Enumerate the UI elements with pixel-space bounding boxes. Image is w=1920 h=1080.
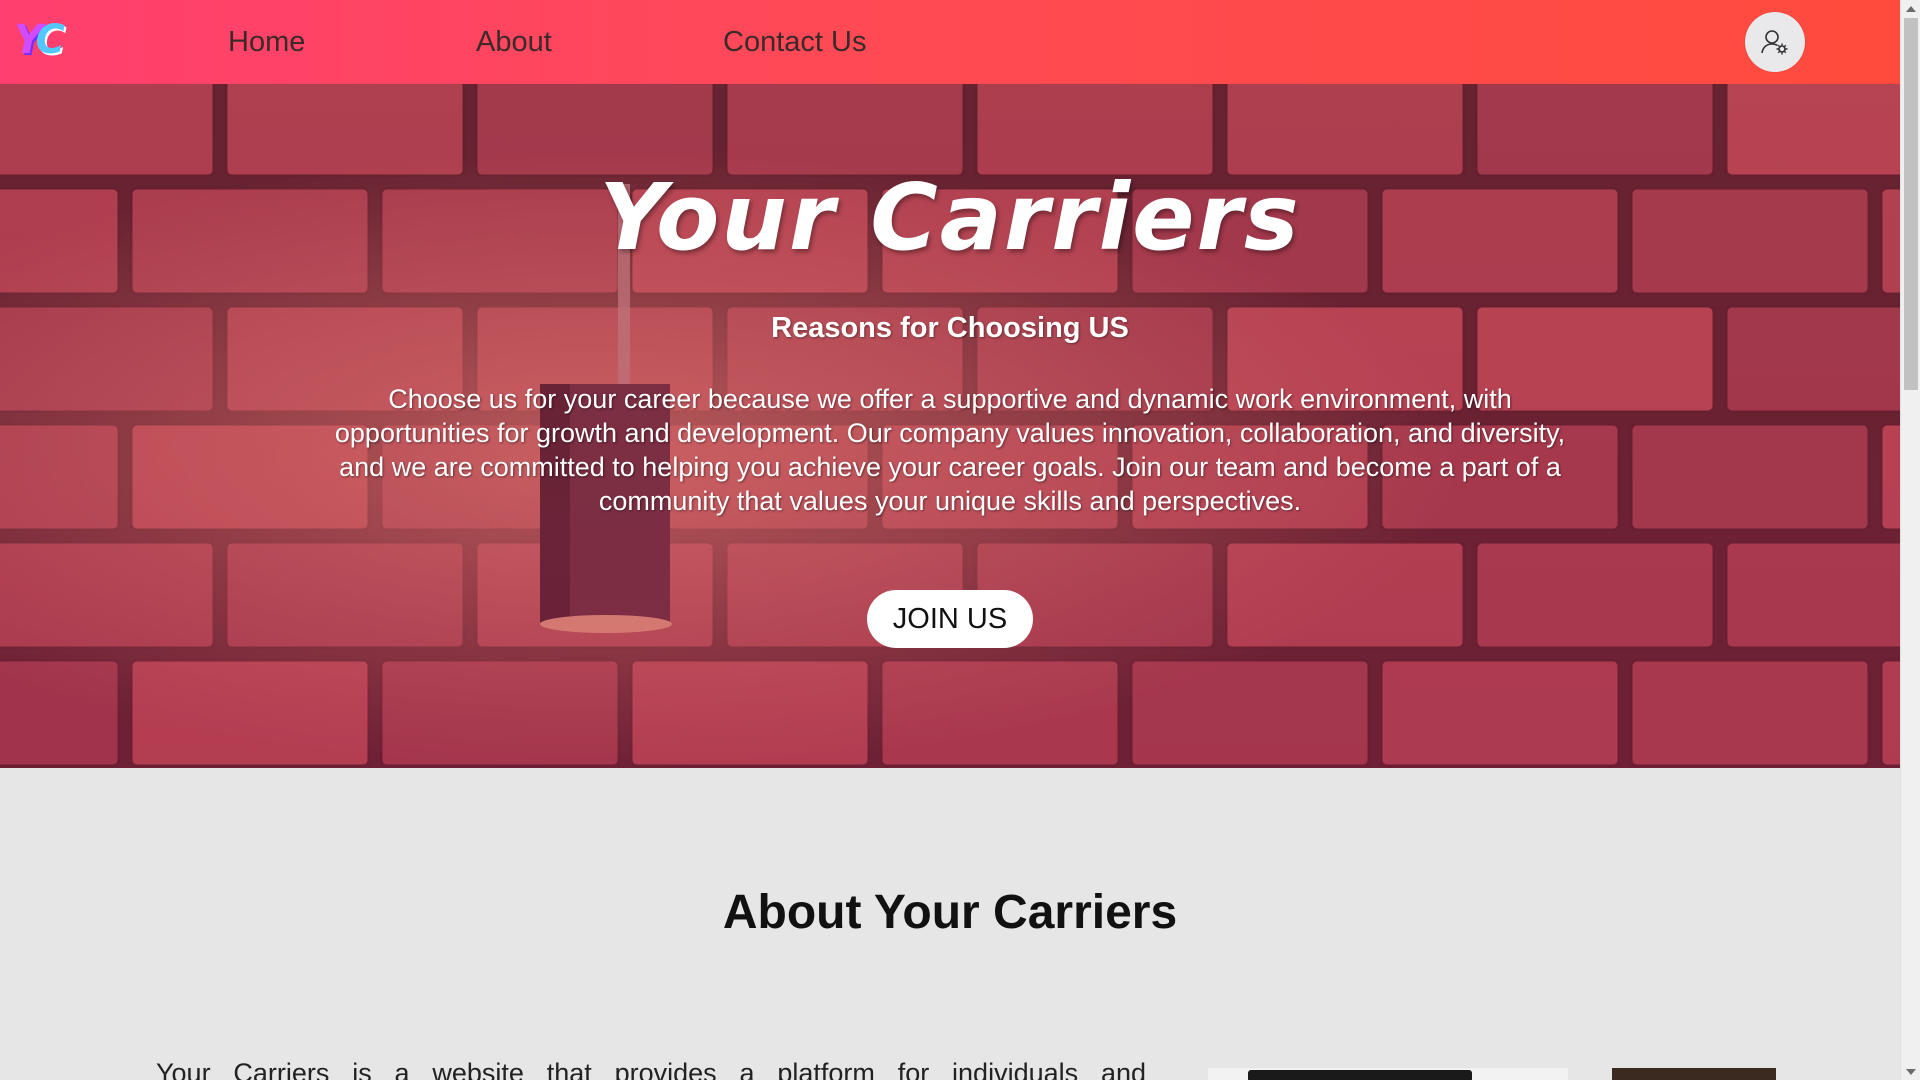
vertical-scrollbar[interactable] xyxy=(1900,0,1920,1080)
nav-link-contact-us[interactable]: Contact Us xyxy=(723,22,866,62)
logo-letter-c: C xyxy=(35,17,65,63)
scroll-up-arrow-icon[interactable] xyxy=(1901,0,1920,17)
page-viewport: YC Home About Contact Us Your Carriers R… xyxy=(0,0,1900,1080)
nav-link-about[interactable]: About xyxy=(476,22,552,62)
about-image-person xyxy=(1612,1068,1776,1080)
scroll-down-arrow-icon[interactable] xyxy=(1901,1063,1920,1080)
about-paragraph: Your Carriers is a website that provides… xyxy=(156,1058,1146,1080)
profile-button[interactable] xyxy=(1745,12,1805,72)
user-settings-icon xyxy=(1761,30,1788,55)
about-image-laptop xyxy=(1208,1068,1568,1080)
top-navbar: YC Home About Contact Us xyxy=(0,0,1900,84)
hero-description: Choose us for your career because we off… xyxy=(334,384,1566,516)
hero-title: Your Carriers xyxy=(599,164,1301,271)
hero-section: Your Carriers Reasons for Choosing US Ch… xyxy=(0,84,1900,768)
join-us-button[interactable]: JOIN US xyxy=(867,590,1033,648)
hero-subtitle: Reasons for Choosing US xyxy=(771,312,1129,344)
logo-letter-y: Y xyxy=(14,17,41,63)
scrollbar-thumb[interactable] xyxy=(1904,18,1918,390)
nav-link-home[interactable]: Home xyxy=(228,22,305,62)
about-section-title: About Your Carriers xyxy=(722,886,1178,939)
site-logo[interactable]: YC xyxy=(14,18,72,62)
